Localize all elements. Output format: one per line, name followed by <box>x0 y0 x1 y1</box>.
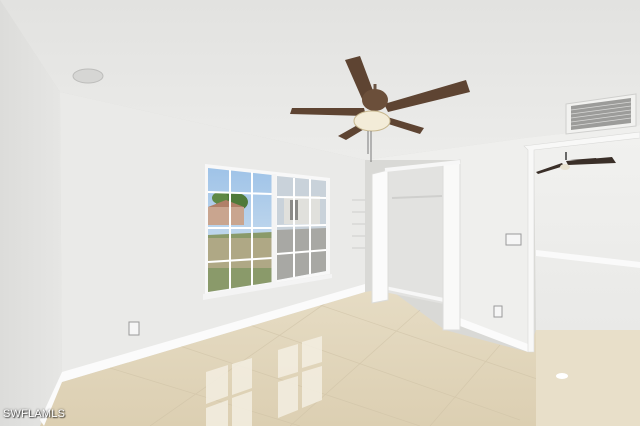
closet <box>384 162 444 304</box>
closet-door-right[interactable] <box>442 159 461 331</box>
smoke-detector <box>72 68 104 84</box>
doorway <box>523 131 640 426</box>
watermark: SWFLAMLS <box>3 408 66 420</box>
floor-light-spot <box>556 373 568 379</box>
closet-door-left[interactable] <box>371 169 389 304</box>
outlet-right <box>493 305 503 318</box>
room-photo: SWFLAMLS <box>0 0 640 426</box>
room-illustration <box>0 0 640 426</box>
outlet-left <box>128 321 140 336</box>
light-switch[interactable] <box>505 233 522 246</box>
window <box>203 164 332 300</box>
